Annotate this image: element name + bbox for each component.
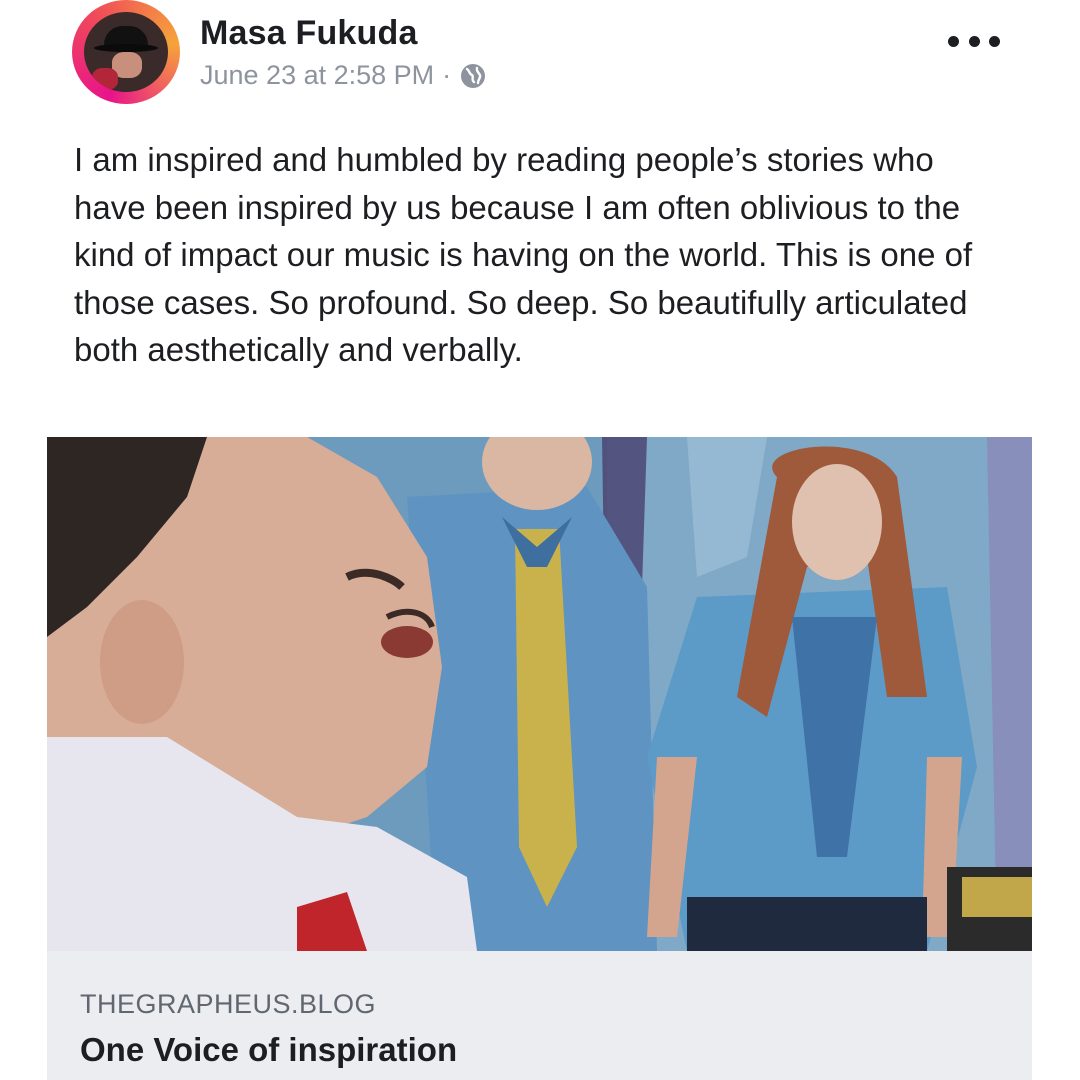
- avatar-hat-brim: [94, 44, 158, 52]
- more-options-icon[interactable]: [948, 34, 1000, 48]
- post-image[interactable]: [47, 437, 1032, 951]
- avatar-photo: [84, 12, 168, 92]
- avatar-red-patch: [92, 68, 118, 90]
- link-title[interactable]: One Voice of inspiration: [80, 1031, 457, 1069]
- post-timestamp[interactable]: June 23 at 2:58 PM: [200, 60, 434, 91]
- more-dot: [948, 35, 959, 47]
- link-preview-card[interactable]: THEGRAPHEUS.BLOG One Voice of inspiratio…: [47, 951, 1032, 1080]
- link-domain: THEGRAPHEUS.BLOG: [80, 989, 377, 1019]
- post-meta: June 23 at 2:58 PM ·: [200, 60, 487, 91]
- author-name[interactable]: Masa Fukuda: [200, 14, 418, 53]
- meta-separator: ·: [442, 60, 452, 90]
- more-dot: [989, 35, 1000, 47]
- globe-icon: [459, 62, 487, 90]
- more-dot: [968, 35, 980, 47]
- author-avatar[interactable]: [72, 0, 180, 104]
- post-text: I am inspired and humbled by reading peo…: [74, 141, 973, 368]
